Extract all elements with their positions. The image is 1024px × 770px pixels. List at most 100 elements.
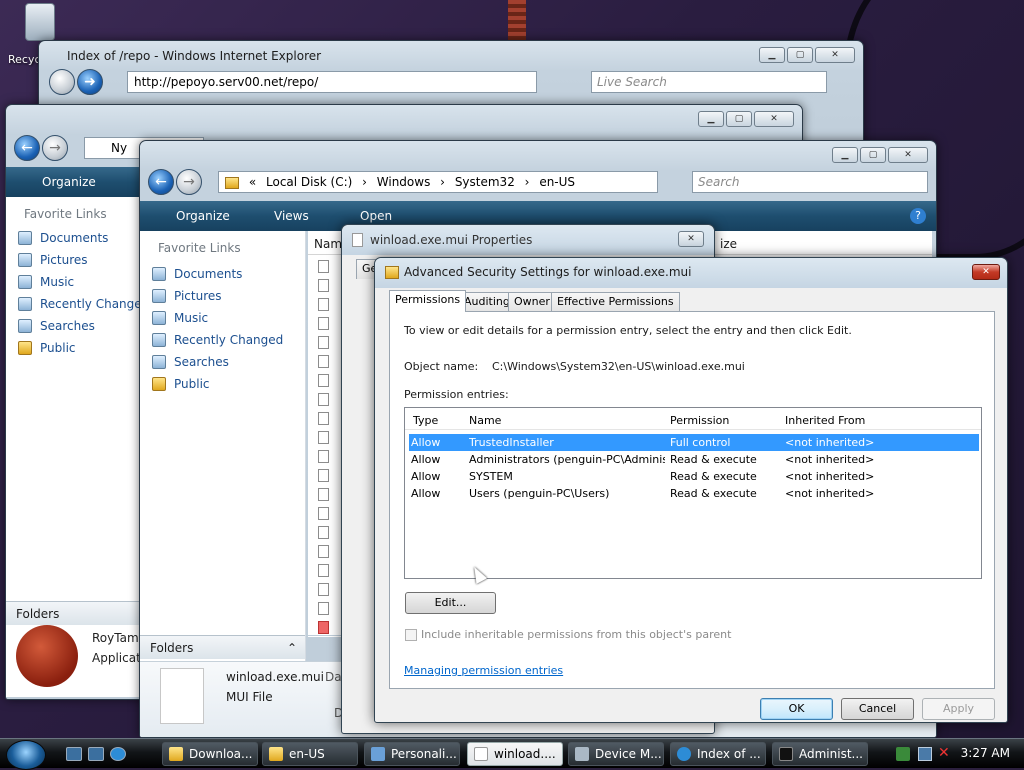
file-icon xyxy=(318,450,329,463)
breadcrumb-overflow[interactable]: « xyxy=(249,175,256,189)
cell-permission: Read & execute xyxy=(670,470,757,483)
permission-row[interactable]: Allow Users (penguin-PC\Users) Read & ex… xyxy=(409,485,979,502)
ie-address-bar[interactable]: http://pepoyo.serv00.net/repo/ xyxy=(127,71,537,93)
taskbar-button-downloads[interactable]: Downloa... xyxy=(162,742,258,766)
close-button[interactable]: ✕ xyxy=(972,264,1000,280)
start-button[interactable] xyxy=(6,740,46,770)
permission-row[interactable]: Allow Administrators (penguin-PC\Adminis… xyxy=(409,451,979,468)
managing-permission-link[interactable]: Managing permission entries xyxy=(404,664,563,677)
properties-caption: winload.exe.mui Properties ✕ xyxy=(342,225,714,255)
taskbar-button-personalization[interactable]: Personali... xyxy=(364,742,460,766)
taskbar-button-administrator[interactable]: Administ... xyxy=(772,742,868,766)
file-icon xyxy=(352,233,363,247)
apply-button[interactable]: Apply xyxy=(922,698,995,720)
taskbar-button-device-manager[interactable]: Device M... xyxy=(568,742,664,766)
command-prompt-icon xyxy=(779,747,793,761)
details-filetype: MUI File xyxy=(226,690,273,704)
advanced-security-dialog[interactable]: Advanced Security Settings for winload.e… xyxy=(374,257,1008,723)
ie-forward-button[interactable]: ➜ xyxy=(77,69,103,95)
favorite-link-recently-changed[interactable]: Recently Changed xyxy=(150,329,283,351)
cell-name: Users (penguin-PC\Users) xyxy=(469,487,610,500)
favorite-link-documents[interactable]: Documents xyxy=(16,227,149,249)
permission-row[interactable]: Allow TrustedInstaller Full control <not… xyxy=(409,434,979,451)
explorer2-breadcrumb[interactable]: « Local Disk (C:) › Windows › System32 ›… xyxy=(218,171,658,193)
favorite-link-recently-changed[interactable]: Recently Changed xyxy=(16,293,149,315)
explorer1-back-button[interactable]: ← xyxy=(14,135,40,161)
show-desktop-icon[interactable] xyxy=(66,747,82,761)
favorite-link-public[interactable]: Public xyxy=(150,373,283,395)
ok-button[interactable]: OK xyxy=(760,698,833,720)
organize-button[interactable]: Organize xyxy=(176,209,230,223)
security-icon[interactable] xyxy=(896,747,910,761)
permission-entries-list[interactable]: Type Name Permission Inherited From Allo… xyxy=(404,407,982,579)
ie-search-box[interactable]: Live Search xyxy=(591,71,827,93)
taskbar-button-winload[interactable]: winload.... xyxy=(467,742,563,766)
favorite-link-music[interactable]: Music xyxy=(16,271,149,293)
breadcrumb-en-us[interactable]: en-US xyxy=(539,175,575,189)
chevron-right-icon: › xyxy=(524,175,530,189)
favorite-link-documents[interactable]: Documents xyxy=(150,263,283,285)
minimize-button[interactable]: ▁ xyxy=(832,147,858,163)
explorer2-folders-bar[interactable]: Folders ⌃ xyxy=(140,635,305,659)
folder-icon xyxy=(152,377,166,391)
cell-type: Allow xyxy=(411,436,441,449)
taskbar-button-en-us[interactable]: en-US xyxy=(262,742,358,766)
file-icon xyxy=(318,279,329,292)
close-button[interactable]: ✕ xyxy=(815,47,855,63)
permission-row[interactable]: Allow SYSTEM Read & execute <not inherit… xyxy=(409,468,979,485)
column-permission[interactable]: Permission xyxy=(670,414,729,427)
taskbar-label: Personali... xyxy=(391,747,457,761)
help-icon[interactable]: ? xyxy=(910,208,926,224)
internet-explorer-icon[interactable] xyxy=(110,747,126,761)
device-manager-icon xyxy=(575,747,589,761)
maximize-button[interactable]: ▢ xyxy=(860,147,886,163)
clock[interactable]: 3:27 AM xyxy=(961,746,1010,760)
maximize-button[interactable]: ▢ xyxy=(726,111,752,127)
explorer2-forward-button[interactable]: → xyxy=(176,169,202,195)
explorer2-search-box[interactable]: Search xyxy=(692,171,928,193)
open-button[interactable]: Open xyxy=(360,209,392,223)
favorite-link-pictures[interactable]: Pictures xyxy=(16,249,149,271)
column-name[interactable]: Name xyxy=(469,414,501,427)
switch-windows-icon[interactable] xyxy=(88,747,104,761)
favorite-link-music[interactable]: Music xyxy=(150,307,283,329)
object-name-value: C:\Windows\System32\en-US\winload.exe.mu… xyxy=(492,360,745,373)
explorer1-folders-bar[interactable]: Folders xyxy=(6,601,139,625)
file-icon xyxy=(318,260,329,273)
explorer1-organize-button[interactable]: Organize xyxy=(42,175,96,189)
explorer1-forward-button[interactable]: → xyxy=(42,135,68,161)
breadcrumb-system32[interactable]: System32 xyxy=(455,175,515,189)
column-size-header[interactable]: ize xyxy=(720,237,737,251)
minimize-button[interactable]: ▁ xyxy=(698,111,724,127)
volume-muted-icon[interactable]: ✕ xyxy=(938,745,950,761)
control-panel-icon xyxy=(371,747,385,761)
favorite-link-searches[interactable]: Searches xyxy=(150,351,283,373)
cell-type: Allow xyxy=(411,470,441,483)
breadcrumb-local-disk[interactable]: Local Disk (C:) xyxy=(266,175,352,189)
favorite-link-public[interactable]: Public xyxy=(16,337,149,359)
explorer2-back-button[interactable]: ← xyxy=(148,169,174,195)
views-button[interactable]: Views xyxy=(274,209,309,223)
column-type[interactable]: Type xyxy=(413,414,438,427)
edit-button[interactable]: Edit... xyxy=(405,592,496,614)
minimize-button[interactable]: ▁ xyxy=(759,47,785,63)
close-button[interactable]: ✕ xyxy=(888,147,928,163)
network-icon[interactable] xyxy=(918,747,932,761)
favorite-link-pictures[interactable]: Pictures xyxy=(150,285,283,307)
ie-url-text: http://pepoyo.serv00.net/repo/ xyxy=(134,75,319,89)
favorite-link-label: Pictures xyxy=(40,253,88,267)
tab-effective-permissions[interactable]: Effective Permissions xyxy=(551,292,680,312)
tab-owner[interactable]: Owner xyxy=(508,292,556,312)
include-inheritable-checkbox[interactable] xyxy=(405,629,417,641)
column-inherited-from[interactable]: Inherited From xyxy=(785,414,865,427)
close-button[interactable]: ✕ xyxy=(754,111,794,127)
tab-permissions[interactable]: Permissions xyxy=(389,290,467,312)
ie-back-button[interactable] xyxy=(49,69,75,95)
favorite-link-searches[interactable]: Searches xyxy=(16,315,149,337)
close-button[interactable]: ✕ xyxy=(678,231,704,247)
cancel-button[interactable]: Cancel xyxy=(841,698,914,720)
tab-label: Effective Permissions xyxy=(557,295,674,308)
breadcrumb-windows[interactable]: Windows xyxy=(377,175,431,189)
taskbar-button-index-of[interactable]: Index of ... xyxy=(670,742,766,766)
maximize-button[interactable]: ▢ xyxy=(787,47,813,63)
